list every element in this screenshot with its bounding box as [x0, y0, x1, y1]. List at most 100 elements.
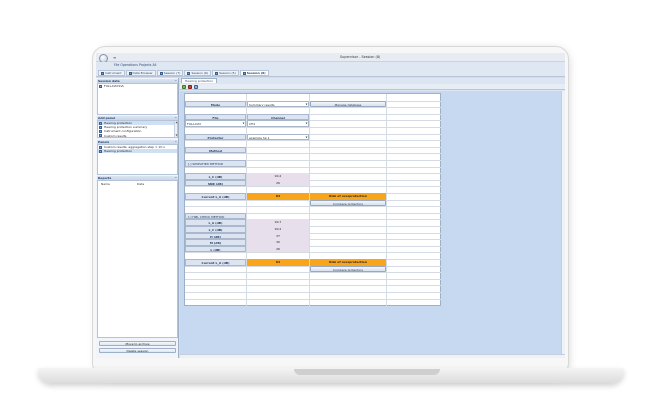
item-label: Hearing protection	[104, 149, 133, 154]
laptop-mockup: ≡ Supervisor - Session (8) File Operatio…	[0, 0, 659, 408]
document-area: Hearing protection Mode Summary results …	[180, 78, 565, 358]
quick-access-toolbar[interactable]: ≡	[113, 55, 116, 60]
h-value: 37	[247, 232, 309, 240]
tab-data-browser[interactable]: Data Browser	[125, 70, 156, 76]
settings-icon[interactable]	[194, 85, 198, 89]
ribbon: File Operations Projects All Instrument …	[96, 62, 565, 77]
hearing-protection-icon	[99, 149, 102, 153]
tab-label: Instrument	[105, 71, 122, 75]
move-to-archive-button[interactable]: Move to archive	[99, 341, 176, 346]
add-panel-list: Hearing protection Hearing protection su…	[97, 120, 178, 138]
mode-label: Mode	[185, 100, 246, 108]
h-label: H (dB)	[185, 232, 246, 240]
session-icon	[159, 71, 163, 75]
lc-label: L_C (dB)	[185, 226, 246, 233]
scroll-down-icon[interactable]: ▼	[175, 134, 178, 137]
risk-badge: Risk of overprotection	[310, 193, 386, 200]
l-label: L (dB)	[185, 245, 246, 253]
channel-select[interactable]: CH1 ▼	[247, 120, 309, 127]
session-icon	[242, 71, 246, 75]
tab-instrument[interactable]: Instrument	[98, 70, 125, 76]
item-label: FULL-DAY.SVL	[104, 84, 125, 88]
file-icon	[99, 84, 102, 88]
column-name[interactable]: Name	[101, 182, 110, 186]
chevron-down-icon: ▼	[305, 135, 308, 139]
laptop-notch	[294, 369, 440, 375]
panel-toolbar	[180, 84, 565, 90]
tab-session-5[interactable]: Session (5)	[212, 70, 239, 76]
column-date[interactable]: Date	[137, 182, 144, 186]
data-browser-icon	[128, 71, 132, 75]
lc-value: 90.2	[247, 173, 309, 180]
m-value: 30	[247, 239, 309, 246]
tab-label: Data Browser	[132, 71, 153, 75]
mode-select[interactable]: Summary results ▼	[247, 100, 309, 108]
channel-value: CH1	[249, 122, 256, 127]
list-item[interactable]: Hearing protection	[98, 149, 177, 154]
tab-label: Session (7)	[163, 71, 181, 75]
lc-value: 90.2	[247, 226, 309, 233]
protector-select[interactable]: example hp 1 ▼	[247, 133, 309, 141]
list-item[interactable]: Custom results	[98, 134, 177, 138]
la-value: 90.7	[247, 219, 309, 226]
tab-session-6[interactable]: Session (6)	[184, 70, 212, 76]
current-la-label: Current L_A (dB)	[185, 193, 246, 200]
m-label: M (dB)	[185, 239, 246, 246]
chevron-down-icon: ▼	[242, 122, 245, 126]
item-label: Custom results	[104, 133, 127, 138]
session-icon	[215, 71, 219, 75]
results-sheet: Mode Summary results ▼ Manage database Fi…	[184, 93, 442, 307]
tab-label: Session (8)	[246, 71, 266, 75]
compare-protectors-button[interactable]: Compare protectors	[310, 265, 386, 273]
compare-protectors-button[interactable]: Compare protectors	[310, 199, 386, 207]
horizontal-scrollbar[interactable]	[180, 354, 565, 358]
file-select[interactable]: FULL-DAY ▼	[185, 120, 246, 127]
protector-value: example hp 1	[249, 135, 270, 140]
tab-label: Session (5)	[219, 71, 236, 75]
scroll-up-icon[interactable]: ▲	[175, 121, 178, 124]
panels-list: Custom results, aggregation step = 1h:o …	[97, 144, 178, 175]
snr-value: 26	[247, 179, 309, 187]
session-tabs: Instrument Data Browser Session (7) Sess…	[98, 70, 270, 76]
tab-label: Session (6)	[191, 71, 209, 75]
delete-session-button[interactable]: Delete session	[99, 348, 176, 353]
current-la-label: Current L_A (dB)	[185, 259, 246, 266]
mode-value: Summary results	[249, 102, 275, 107]
session-icon	[187, 71, 191, 75]
tab-session-7[interactable]: Session (7)	[156, 70, 184, 76]
vertical-scrollbar[interactable]: ▲ ▼	[174, 121, 177, 137]
summary-icon	[99, 125, 102, 129]
current-la-value: 84	[247, 259, 309, 266]
ribbon-menu[interactable]: File Operations Projects All	[114, 63, 156, 67]
instrument-icon	[101, 71, 104, 75]
l-value: 26	[247, 245, 309, 253]
chevron-down-icon: ▼	[305, 102, 308, 106]
chevron-down-icon: ▼	[305, 122, 308, 126]
snr-label: SNR (dB)	[185, 179, 246, 187]
chart-icon	[99, 145, 102, 149]
manage-database-button[interactable]: Manage database	[310, 100, 386, 108]
app-window: ≡ Supervisor - Session (8) File Operatio…	[96, 53, 565, 358]
method-label: Method	[185, 146, 246, 154]
list-item[interactable]: FULL-DAY.SVL	[98, 84, 177, 88]
file-value: FULL-DAY	[187, 122, 202, 127]
left-pane: Session data ^ FULL-DAY.SVL Add panel ^ He…	[96, 78, 179, 358]
workspace: Mode Summary results ▼ Manage database Fi…	[180, 91, 563, 354]
risk-badge: Risk of overprotection	[310, 259, 386, 266]
session-data-list: FULL-DAY.SVL	[97, 83, 178, 115]
simplified-method-expander[interactable]: [-] SIMPLIFIED METHOD	[185, 160, 246, 167]
protector-label: Protector	[185, 133, 246, 141]
lc-label: L_C (dB)	[185, 173, 246, 180]
export-icon[interactable]	[188, 85, 192, 89]
hearing-protection-icon	[99, 121, 102, 125]
document-tab[interactable]: Hearing protection	[181, 78, 218, 83]
current-la-value: 84	[247, 193, 309, 200]
vertical-scrollbar[interactable]	[561, 91, 565, 354]
tab-session-8[interactable]: Session (8)	[239, 70, 269, 76]
reports-list: Name Date	[97, 180, 178, 338]
laptop-base	[38, 368, 624, 383]
hml-method-expander[interactable]: [-] HML CHECK METHOD	[185, 212, 246, 220]
channel-label: Channel	[247, 113, 309, 121]
window-title: Supervisor - Session (8)	[340, 55, 381, 59]
refresh-icon[interactable]	[182, 85, 186, 89]
